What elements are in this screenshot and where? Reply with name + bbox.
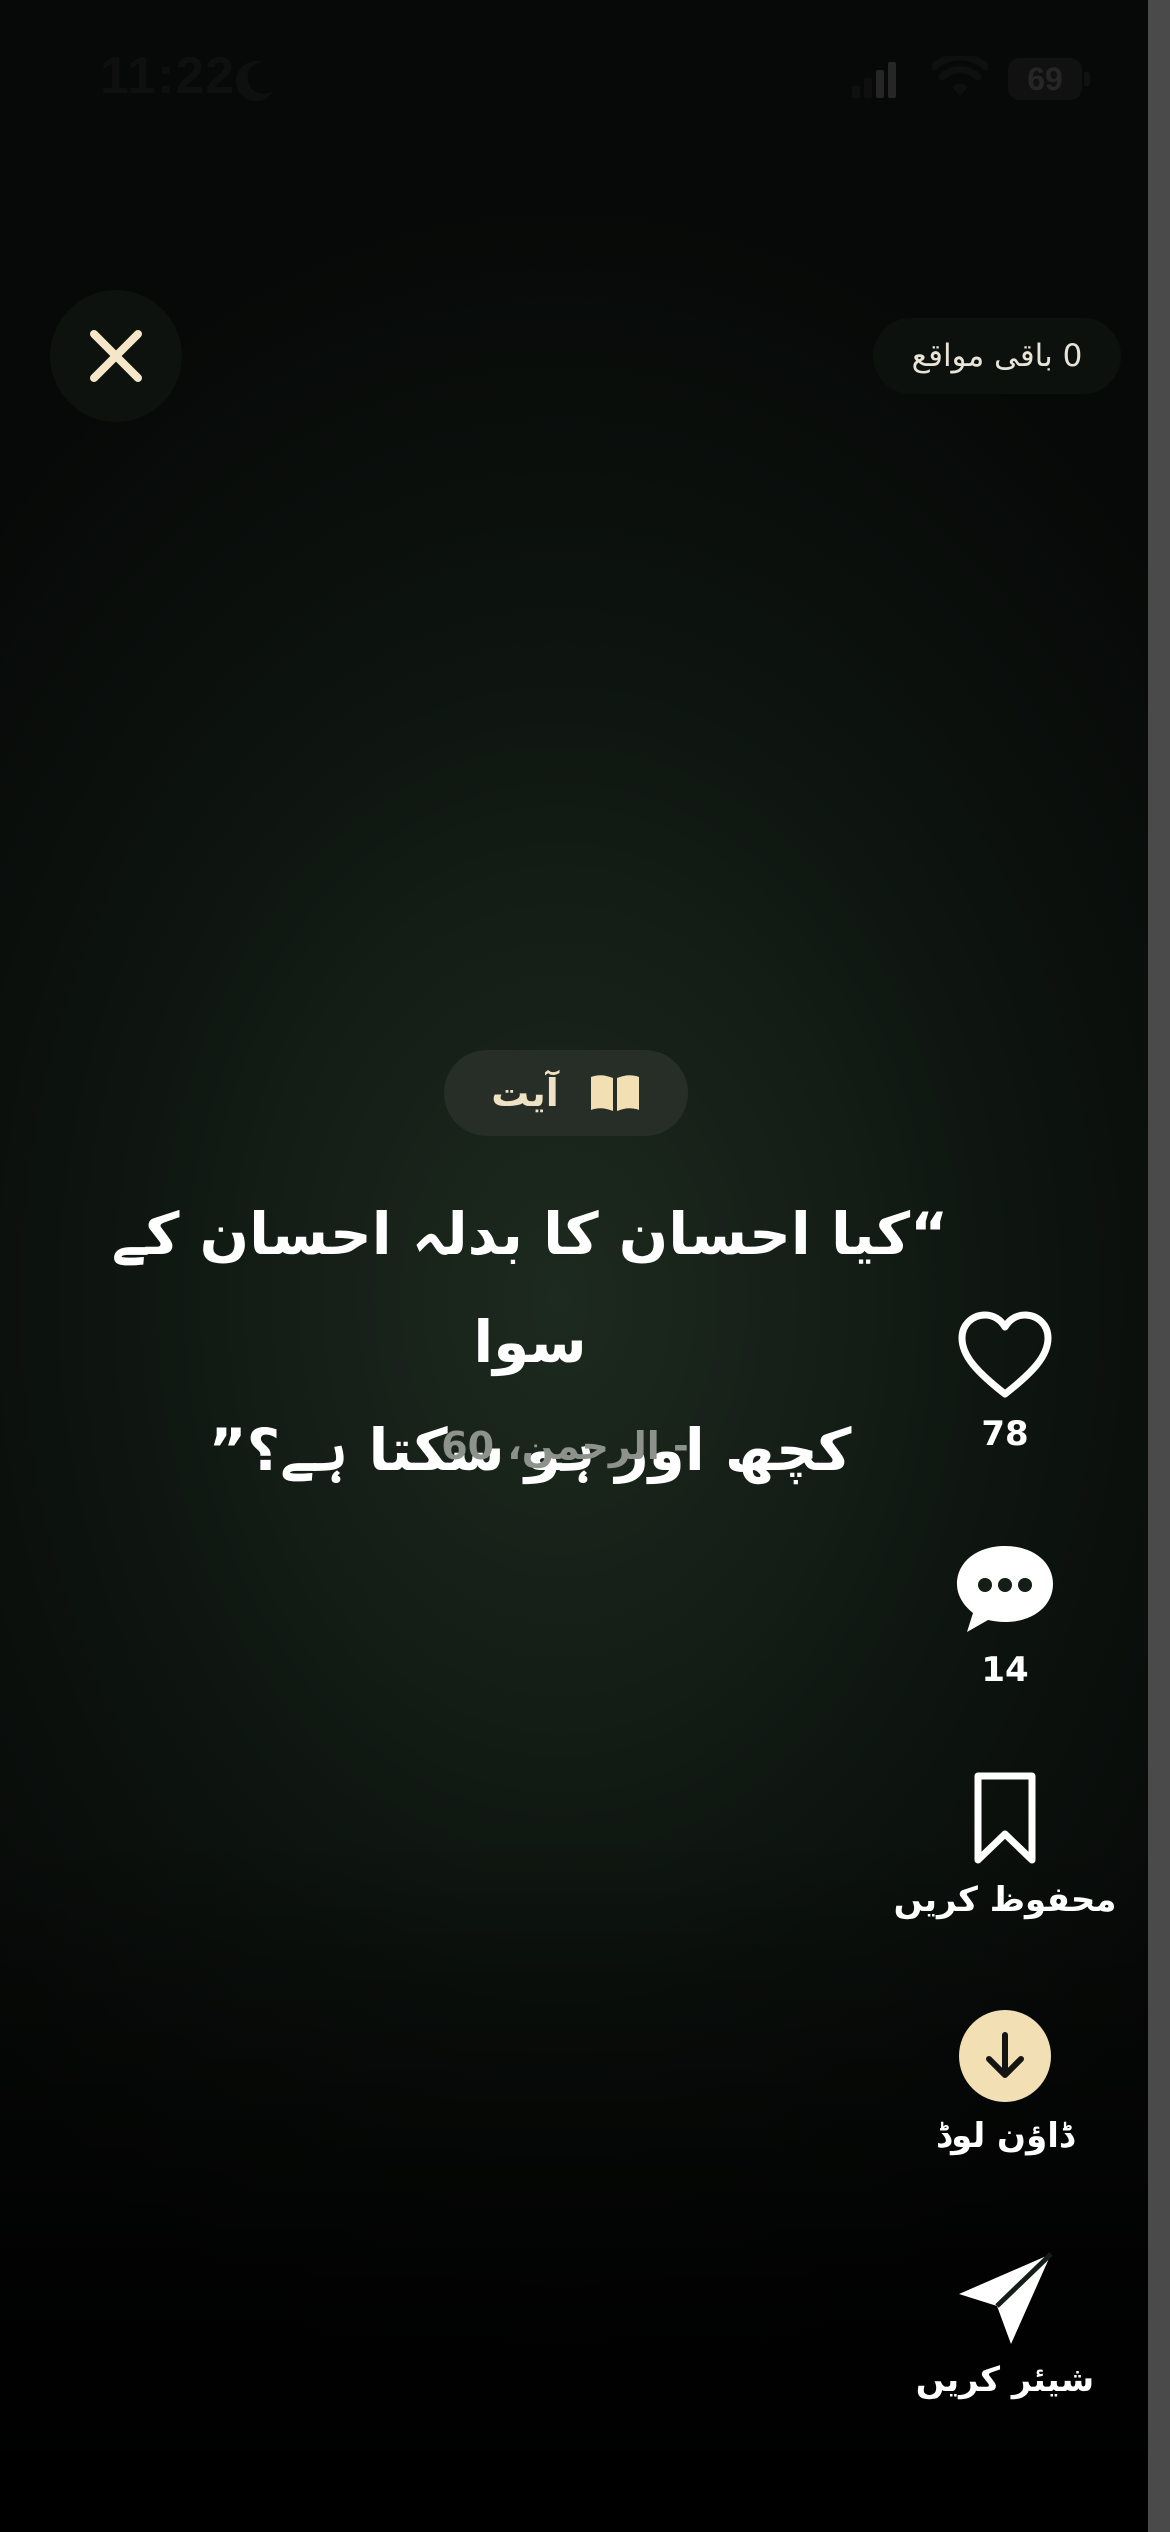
share-button[interactable]: شیئر کریں: [880, 2250, 1130, 2400]
download-button[interactable]: ڈاؤن لوڈ: [880, 2010, 1130, 2156]
quote-line-1: “کیا احسان کا بدلہ احسان کے سوا: [111, 1200, 949, 1376]
story-screen: 11:22 69 0 باقی مواقع آیت “کیا احسان کا …: [0, 0, 1170, 2532]
close-icon: [90, 330, 142, 382]
edge-divider: [1148, 0, 1170, 2532]
comment-icon: [957, 1546, 1053, 1632]
moon-icon: [236, 61, 274, 102]
book-icon: [590, 1075, 639, 1111]
like-count: 78: [981, 1414, 1029, 1454]
download-icon: [986, 2032, 1024, 2078]
remaining-chances-badge: 0 باقی مواقع: [873, 318, 1121, 394]
close-button[interactable]: [50, 290, 182, 422]
share-label: شیئر کریں: [915, 2360, 1095, 2400]
quote-reference: الرحمن، 60 -: [441, 1424, 689, 1468]
battery-level: 69: [1027, 61, 1063, 97]
like-button[interactable]: 78: [880, 1310, 1130, 1454]
heart-icon: [958, 1311, 1052, 1398]
category-pill: آیت: [444, 1050, 688, 1136]
download-label: ڈاؤن لوڈ: [935, 2116, 1074, 2156]
wifi-icon: [932, 56, 988, 96]
signal-icon: [852, 62, 896, 98]
battery-icon: 69: [1008, 58, 1090, 100]
bookmark-icon: [974, 1772, 1036, 1864]
save-label: محفوظ کریں: [893, 1880, 1117, 1920]
status-time: 11:22: [100, 47, 236, 105]
comment-count: 14: [981, 1650, 1029, 1690]
comment-button[interactable]: 14: [880, 1540, 1130, 1690]
download-icon-badge: [959, 2010, 1051, 2102]
save-button[interactable]: محفوظ کریں: [880, 1770, 1130, 1920]
category-label: آیت: [491, 1071, 559, 1115]
send-icon: [959, 2252, 1053, 2344]
